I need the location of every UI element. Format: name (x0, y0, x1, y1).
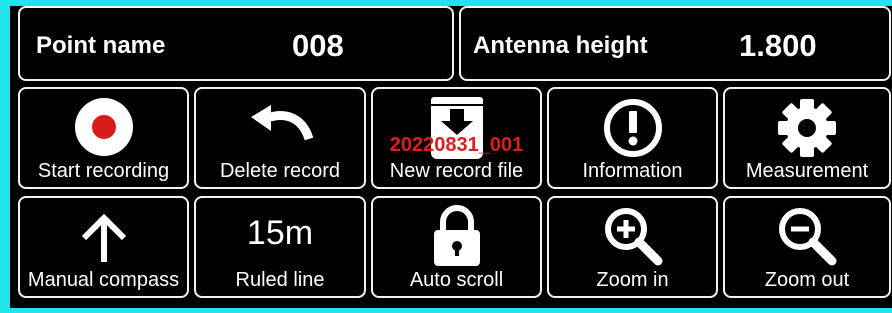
record-file-name: 20220831_001 (389, 134, 524, 156)
ruled-line-value: 15m (246, 214, 314, 252)
manual-compass-label: Manual compass (27, 269, 180, 291)
zoom-out-button[interactable]: Zoom out (723, 196, 891, 298)
antenna-height-field[interactable]: Antenna height 1.800 (459, 6, 891, 81)
point-name-field[interactable]: Point name 008 (18, 6, 454, 81)
delete-record-label: Delete record (219, 160, 341, 182)
zoom-in-icon (600, 204, 666, 275)
measurement-label: Measurement (745, 160, 869, 182)
measurement-button[interactable]: Measurement (723, 87, 891, 189)
new-record-file-label: New record file (389, 160, 524, 182)
gear-icon (774, 97, 840, 168)
point-name-label: Point name (36, 32, 166, 59)
start-recording-label: Start recording (37, 160, 170, 182)
ruled-line-button[interactable]: 15m Ruled line (194, 196, 366, 298)
auto-scroll-button[interactable]: Auto scroll (371, 196, 542, 298)
auto-scroll-label: Auto scroll (409, 269, 504, 291)
delete-record-button[interactable]: Delete record (194, 87, 366, 189)
information-button[interactable]: Information (547, 87, 718, 189)
undo-icon (247, 103, 314, 156)
zoom-in-label: Zoom in (596, 269, 669, 291)
point-name-value: 008 (292, 28, 344, 63)
record-icon (71, 97, 137, 168)
manual-compass-button[interactable]: Manual compass (18, 196, 189, 298)
zoom-out-label: Zoom out (764, 269, 850, 291)
zoom-out-icon (774, 204, 840, 275)
antenna-height-value: 1.800 (739, 28, 817, 63)
start-recording-button[interactable]: Start recording (18, 87, 189, 189)
info-icon (600, 97, 666, 168)
zoom-in-button[interactable]: Zoom in (547, 196, 718, 298)
antenna-height-label: Antenna height (473, 32, 648, 59)
ruled-line-label: Ruled line (235, 269, 325, 291)
lock-icon (430, 202, 484, 273)
arrow-up-icon (76, 210, 132, 271)
information-label: Information (582, 160, 683, 182)
new-record-file-button[interactable]: 20220831_001 New record file (371, 87, 542, 189)
